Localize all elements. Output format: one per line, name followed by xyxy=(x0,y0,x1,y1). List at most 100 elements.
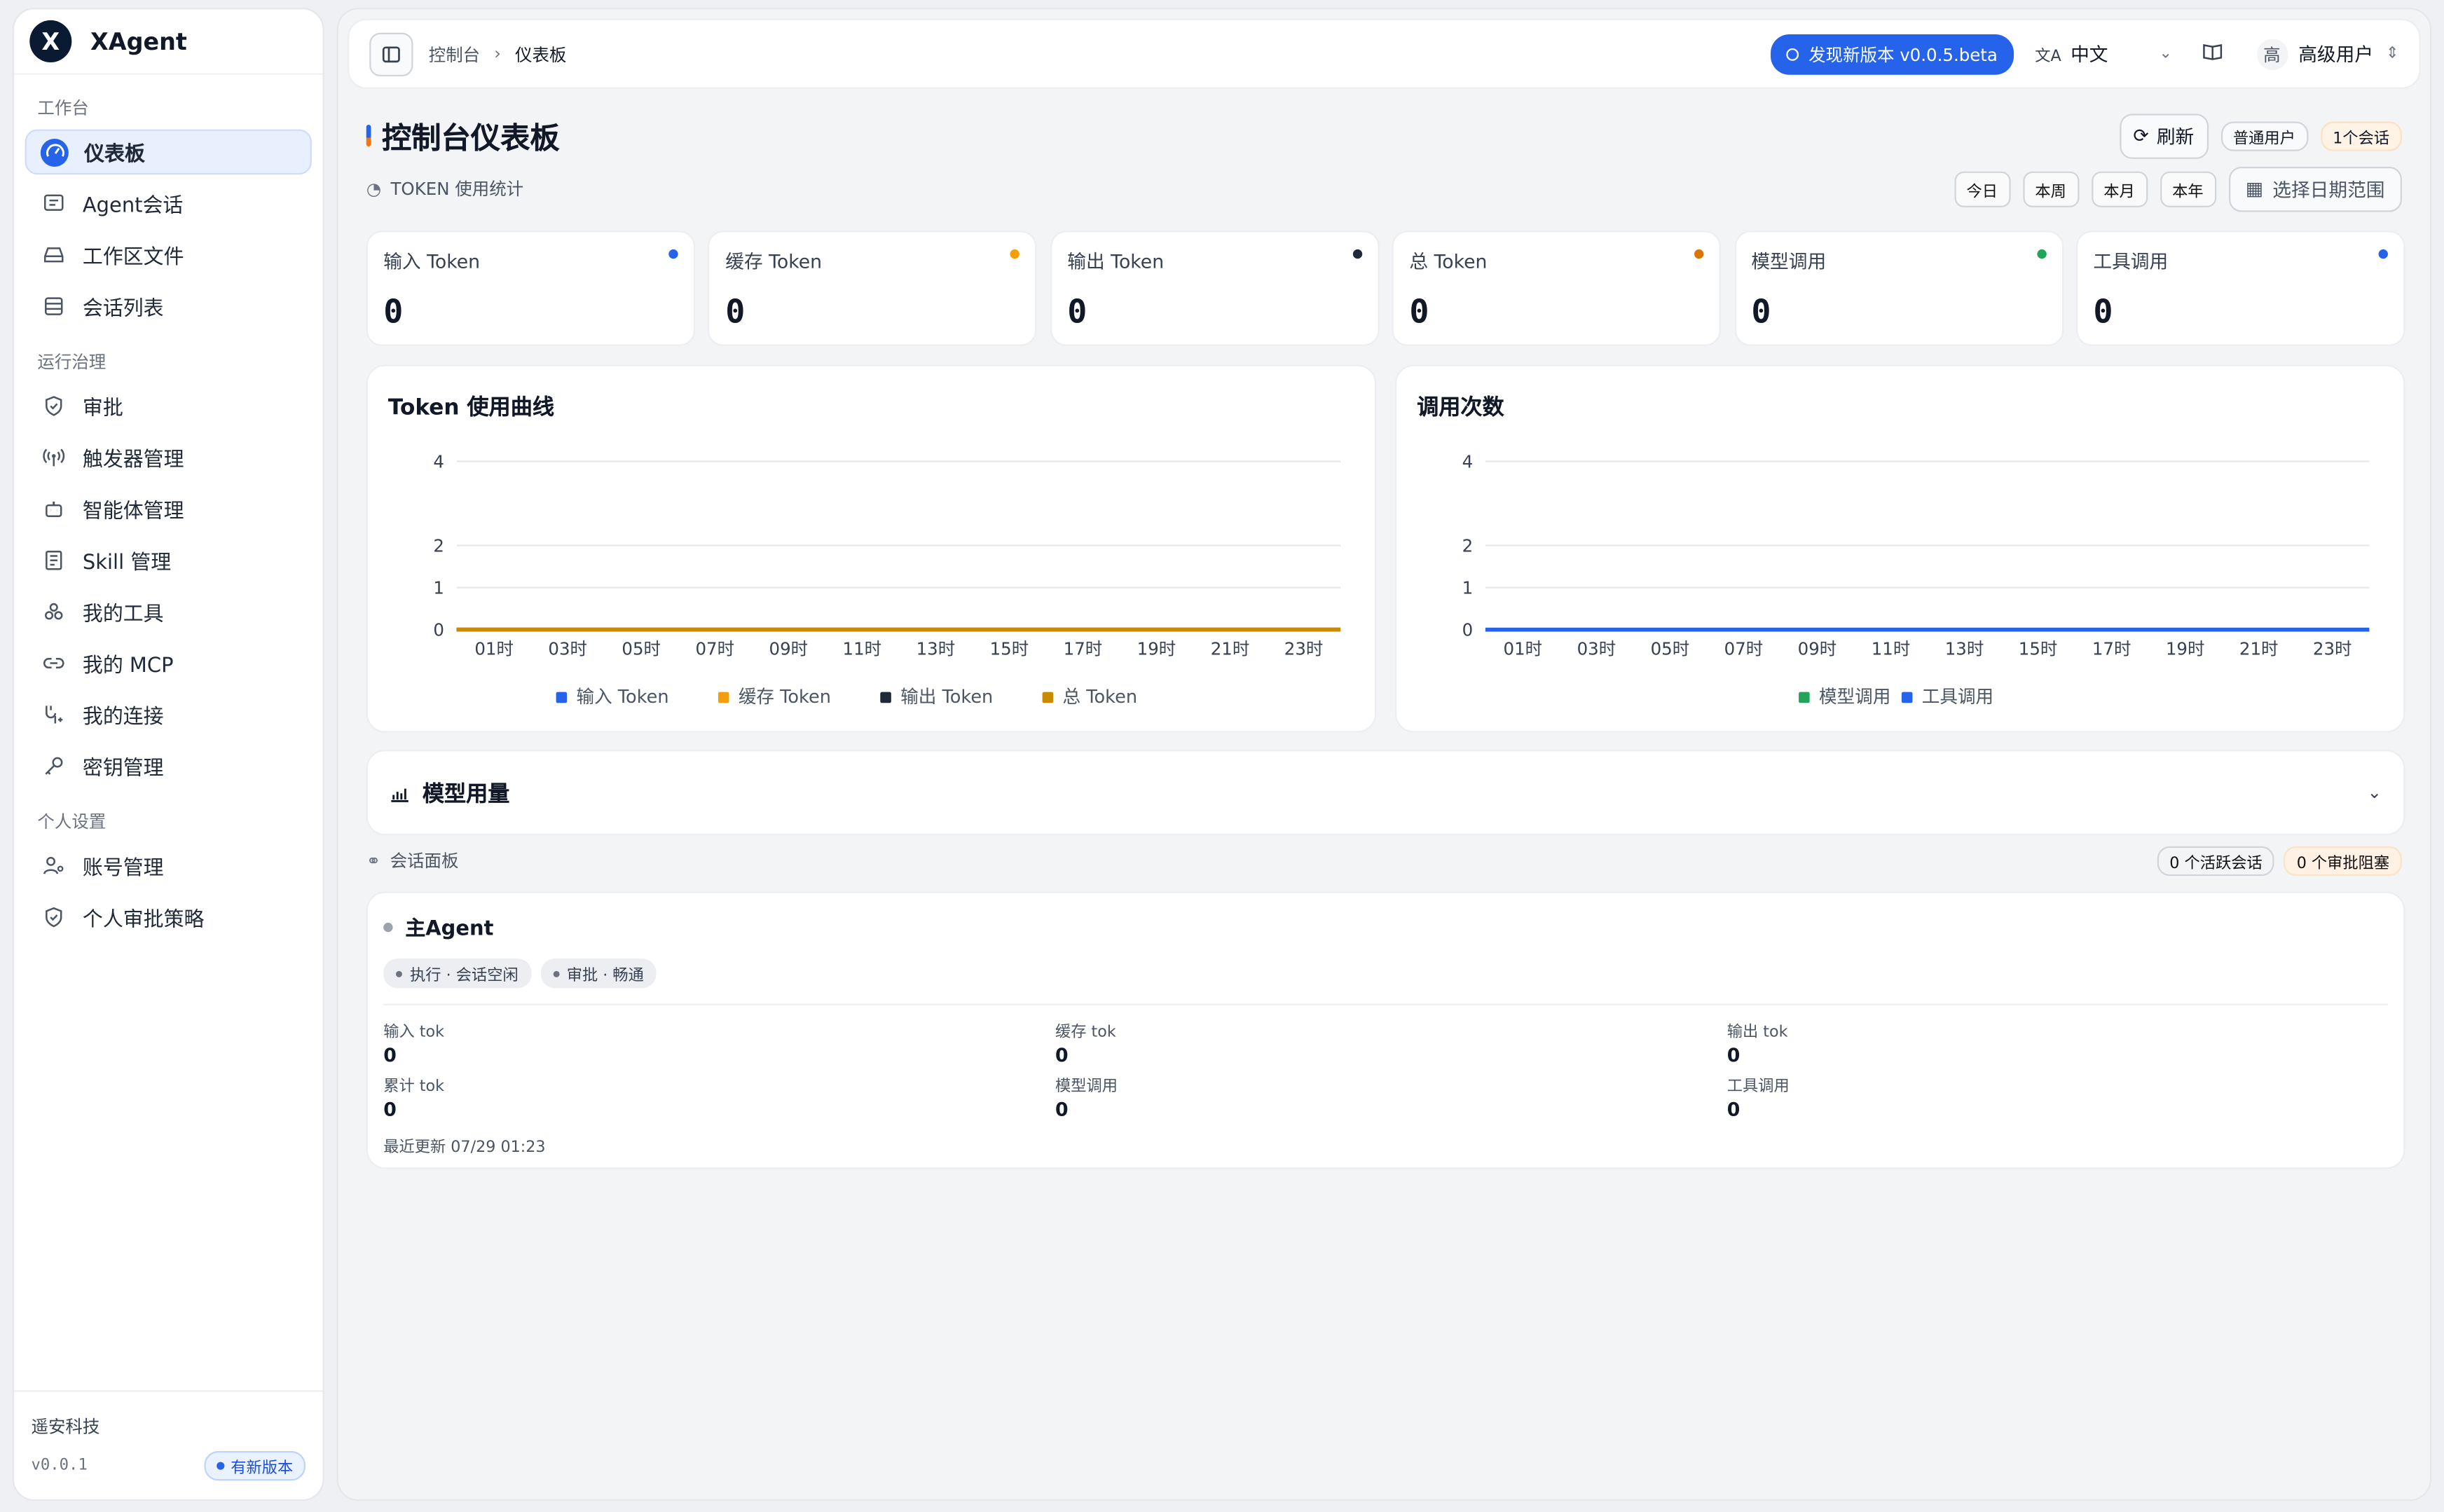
main-content: 控制台 › 仪表板 发现新版本 v0.0.5.beta 文A 中文 ⌄ 高 高级… xyxy=(336,8,2432,1501)
app-version: v0.0.1 xyxy=(31,1457,88,1475)
user-menu[interactable]: 高 高级用户 ⇕ xyxy=(2256,38,2399,69)
chevron-down-icon: ⌄ xyxy=(2159,45,2173,62)
bot-icon xyxy=(41,497,66,522)
page-title: 控制台仪表板 xyxy=(382,121,560,156)
sidebar-item[interactable]: 工作区文件 xyxy=(25,232,312,277)
update-available-button[interactable]: 发现新版本 v0.0.5.beta xyxy=(1771,33,2014,74)
new-version-badge[interactable]: 有新版本 xyxy=(204,1451,306,1481)
sidebar-item[interactable]: 会话列表 xyxy=(25,284,312,329)
sidebar-item-label: 审批 xyxy=(82,397,123,421)
x-tick-label: 09时 xyxy=(1798,638,1837,659)
user-gear-icon xyxy=(41,853,66,879)
x-tick-label: 01时 xyxy=(474,638,514,659)
x-tick-label: 13时 xyxy=(1945,638,1984,659)
drive-icon xyxy=(41,242,66,268)
legend-swatch xyxy=(880,692,891,703)
refresh-icon: ⟳ xyxy=(2133,124,2149,147)
sidebar-item-label: 工作区文件 xyxy=(82,246,184,270)
x-tick-label: 19时 xyxy=(1137,638,1176,659)
agent-tags: 执行 · 会话空闲 审批 · 畅通 xyxy=(383,958,2388,989)
tag-label: 审批 · 畅通 xyxy=(566,968,644,985)
sidebar-item[interactable]: 账号管理 xyxy=(25,843,312,888)
metric-value: 0 xyxy=(1055,1099,1069,1121)
brand[interactable]: X XAgent xyxy=(14,9,323,75)
sidebar-item[interactable]: 我的工具 xyxy=(25,589,312,635)
metric-value: 0 xyxy=(1055,1044,1069,1066)
stat-value: 0 xyxy=(383,293,404,331)
sidebar-item[interactable]: 个人审批策略 xyxy=(25,895,312,940)
range-button[interactable]: 本年 xyxy=(2160,170,2216,207)
breadcrumb-console[interactable]: 控制台 xyxy=(429,41,480,67)
date-range-button[interactable]: ▦ 选择日期范围 xyxy=(2228,165,2402,212)
sidebar-item[interactable]: Agent会话 xyxy=(25,181,312,226)
agent-card[interactable]: 主Agent 执行 · 会话空闲 审批 · 畅通 输入 tok 0 缓存 tok 0 输出… xyxy=(366,891,2405,1169)
shield-icon xyxy=(41,394,66,419)
x-tick-label: 15时 xyxy=(2019,638,2058,659)
x-tick-label: 21时 xyxy=(2239,638,2279,659)
app-name: XAgent xyxy=(90,27,187,55)
y-tick-label: 0 xyxy=(1462,620,1474,640)
sidebar-item[interactable]: Skill 管理 xyxy=(25,537,312,583)
sidebar-item-label: 我的 MCP xyxy=(82,654,174,678)
gauge-icon xyxy=(40,137,69,166)
avatar: 高 xyxy=(2256,38,2288,69)
x-tick-label: 15时 xyxy=(990,638,1029,659)
calls-chart-card: 调用次数 4 2 1 0 01时 03时 05时 07时 09时 11时 13时 15时 17时 19时 2… xyxy=(1394,364,2405,733)
x-tick-label: 19时 xyxy=(2166,638,2205,659)
stat-label: 输入 Token xyxy=(383,251,481,273)
x-tick-label: 11时 xyxy=(843,638,882,659)
range-button[interactable]: 今日 xyxy=(1954,170,2010,207)
stat-label: 工具调用 xyxy=(2093,251,2169,273)
sidebar-item-label: Skill 管理 xyxy=(82,551,172,575)
metric: 模型调用 0 xyxy=(1055,1072,1727,1120)
stat-card: 工具调用 0 xyxy=(2075,231,2405,346)
sidebar-item-label: 会话列表 xyxy=(82,297,164,322)
sidebar-toggle-button[interactable] xyxy=(369,32,413,76)
stat-card: 总 Token 0 xyxy=(1392,231,1722,346)
tag-label: 执行 · 会话空闲 xyxy=(410,968,519,985)
legend-label: 总 Token xyxy=(1063,687,1137,708)
stat-label: 总 Token xyxy=(1409,251,1488,273)
sidebar-item[interactable]: 我的 MCP xyxy=(25,640,312,686)
sidebar-item[interactable]: 智能体管理 xyxy=(25,486,312,532)
agent-status-dot xyxy=(383,921,393,932)
sidebar-item[interactable]: 触发器管理 xyxy=(25,435,312,481)
calendar-icon: ▦ xyxy=(2245,177,2263,200)
tag-dot xyxy=(396,970,402,977)
nav-group-title: 个人设置 xyxy=(37,811,107,832)
metric-label: 模型调用 xyxy=(1055,1078,1118,1096)
sidebar-item[interactable]: 仪表板 xyxy=(25,129,312,175)
stat-indicator-dot xyxy=(668,249,678,259)
status-tag: 执行 · 会话空闲 xyxy=(383,958,531,989)
metric-label: 累计 tok xyxy=(383,1078,445,1096)
range-button[interactable]: 本周 xyxy=(2022,170,2079,207)
model-usage-panel[interactable]: 模型用量 ⌄ xyxy=(366,749,2405,836)
sidebar-item[interactable]: 审批 xyxy=(25,383,312,429)
stat-label: 缓存 Token xyxy=(725,251,823,273)
metric: 输入 tok 0 xyxy=(383,1018,1055,1066)
panel-icon xyxy=(382,46,400,62)
refresh-label: 刷新 xyxy=(2156,125,2195,148)
refresh-button[interactable]: ⟳ 刷新 xyxy=(2119,113,2209,158)
y-tick-label: 1 xyxy=(433,578,444,598)
company-name: 遥安科技 xyxy=(31,1417,100,1437)
stat-value: 0 xyxy=(725,293,746,331)
role-chip: 普通用户 xyxy=(2220,121,2308,151)
range-button[interactable]: 本月 xyxy=(2091,170,2148,207)
sidebar-item[interactable]: 密钥管理 xyxy=(25,743,312,789)
docs-book-icon[interactable] xyxy=(2197,41,2228,67)
legend-label: 模型调用 xyxy=(1819,687,1890,708)
y-tick-label: 2 xyxy=(433,535,444,556)
sidebar-item-label: 仪表板 xyxy=(84,143,145,167)
sidebar-item-label: 我的工具 xyxy=(82,603,164,627)
page-header: 控制台仪表板 ⟳ 刷新 普通用户 1个会话 xyxy=(366,109,2402,163)
language-value: 中文 xyxy=(2071,43,2108,66)
language-select[interactable]: 文A 中文 ⌄ xyxy=(2035,41,2172,67)
metric-value: 0 xyxy=(383,1099,397,1121)
x-tick-label: 11时 xyxy=(1872,638,1911,659)
sidebar-item[interactable]: 我的连接 xyxy=(25,692,312,738)
legend-swatch xyxy=(1799,692,1810,703)
chevron-down-icon[interactable]: ⌄ xyxy=(2368,783,2382,803)
y-tick-label: 1 xyxy=(1462,578,1474,598)
stat-value: 0 xyxy=(2093,293,2113,331)
